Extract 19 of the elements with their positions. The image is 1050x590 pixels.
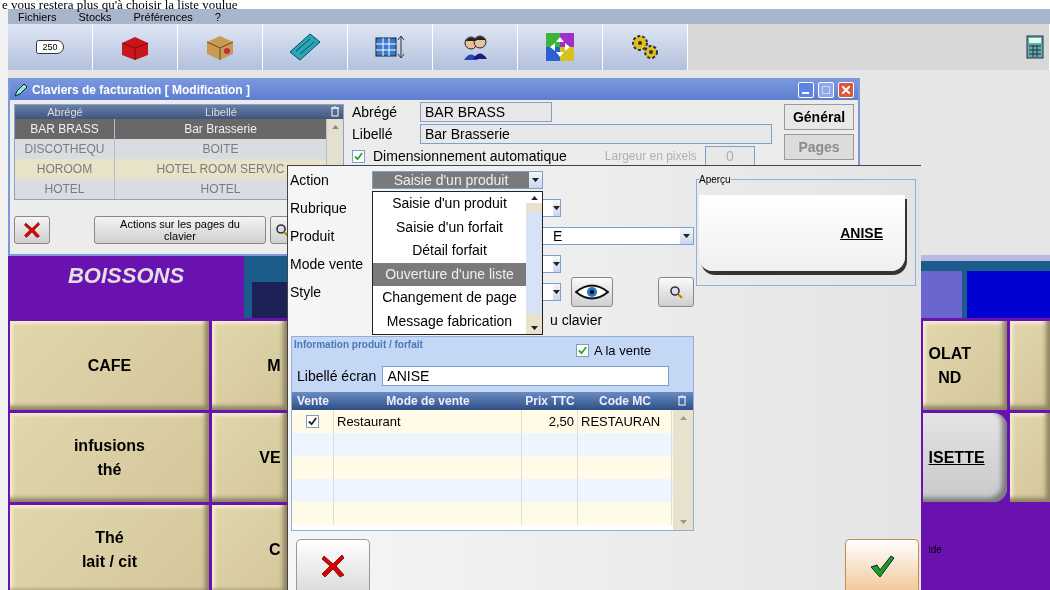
table-cell-text: Restaurant [337, 412, 401, 431]
panel-title: Information produit / forfait [294, 339, 423, 352]
window-title: Claviers de facturation [ Modification ] [32, 83, 251, 97]
checkbox-label: u clavier [550, 312, 603, 328]
field-label: Largeur en pixels [604, 149, 697, 163]
checkbox-label: A la vente [593, 343, 651, 358]
field-label: Libellé écran [297, 368, 377, 384]
field-label: Rubrique [289, 200, 348, 216]
group-title: Aperçu [699, 174, 731, 185]
price-tag-icon: 250 [36, 40, 64, 54]
field-label: Mode vente [289, 256, 365, 272]
field-label: Libellé [352, 126, 394, 142]
field-label: Abrégé [352, 104, 399, 120]
table-cell-text: 2,50 [548, 412, 574, 431]
field-label: Produit [289, 228, 336, 244]
table-cell: HOTEL [15, 179, 115, 199]
field-label: Style [289, 284, 323, 300]
table-cell-text: RESTAURAN [581, 412, 661, 431]
checkbox-label: Dimensionnement automatique [373, 148, 567, 164]
